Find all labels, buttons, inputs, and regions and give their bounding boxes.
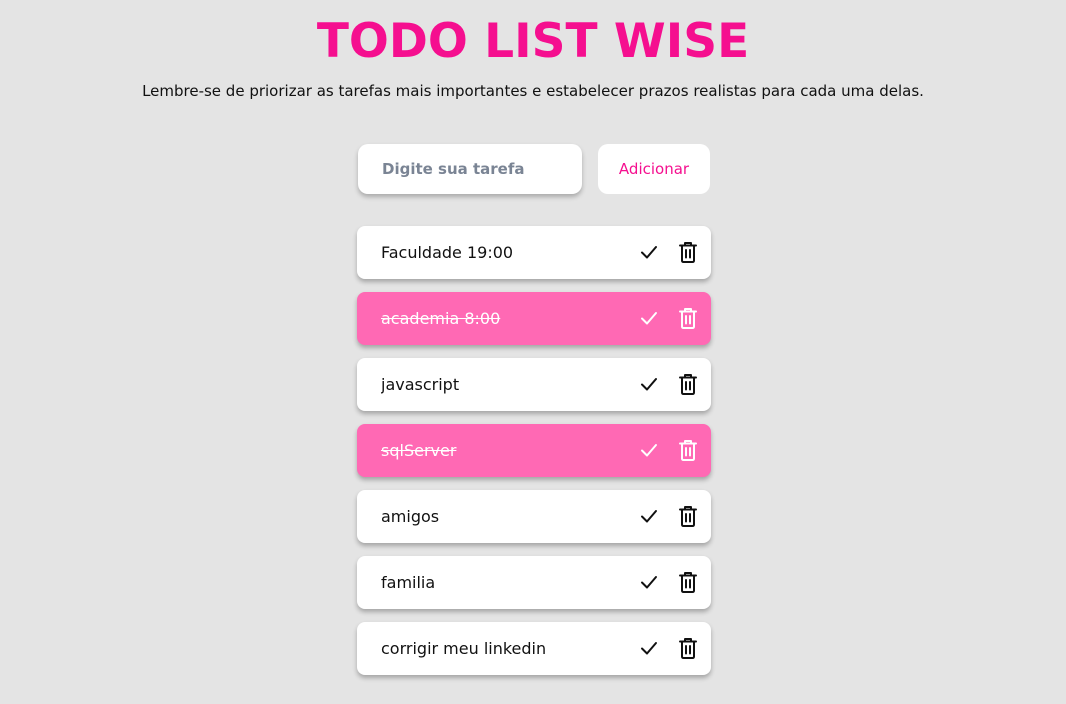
trash-icon[interactable] — [678, 636, 698, 660]
check-icon[interactable] — [639, 307, 659, 329]
task-item: corrigir meu linkedin — [357, 622, 711, 675]
task-item: javascript — [357, 358, 711, 411]
task-text: Faculdade 19:00 — [381, 243, 514, 262]
check-icon[interactable] — [639, 505, 659, 527]
task-item: Faculdade 19:00 — [357, 226, 711, 279]
trash-icon[interactable] — [678, 306, 698, 330]
task-text: javascript — [381, 375, 460, 394]
task-text: corrigir meu linkedin — [381, 639, 547, 658]
task-item: amigos — [357, 490, 711, 543]
task-item: sqlServer — [357, 424, 711, 477]
task-text: sqlServer — [381, 441, 457, 460]
task-text: familia — [381, 573, 436, 592]
page-subtitle: Lembre-se de priorizar as tarefas mais i… — [142, 82, 924, 100]
task-item: familia — [357, 556, 711, 609]
trash-icon[interactable] — [678, 570, 698, 594]
trash-icon[interactable] — [678, 372, 698, 396]
trash-icon[interactable] — [678, 504, 698, 528]
check-icon[interactable] — [639, 637, 659, 659]
check-icon[interactable] — [639, 373, 659, 395]
add-task-button[interactable]: Adicionar — [598, 144, 710, 194]
page-title: TODO LIST WISE — [316, 14, 750, 69]
trash-icon[interactable] — [678, 438, 698, 462]
task-input[interactable] — [358, 144, 582, 194]
check-icon[interactable] — [639, 241, 659, 263]
task-list: Faculdade 19:00 academia 8:00 javascript… — [357, 226, 711, 688]
task-text: academia 8:00 — [381, 309, 501, 328]
task-text: amigos — [381, 507, 440, 526]
task-item: academia 8:00 — [357, 292, 711, 345]
check-icon[interactable] — [639, 439, 659, 461]
check-icon[interactable] — [639, 571, 659, 593]
trash-icon[interactable] — [678, 240, 698, 264]
